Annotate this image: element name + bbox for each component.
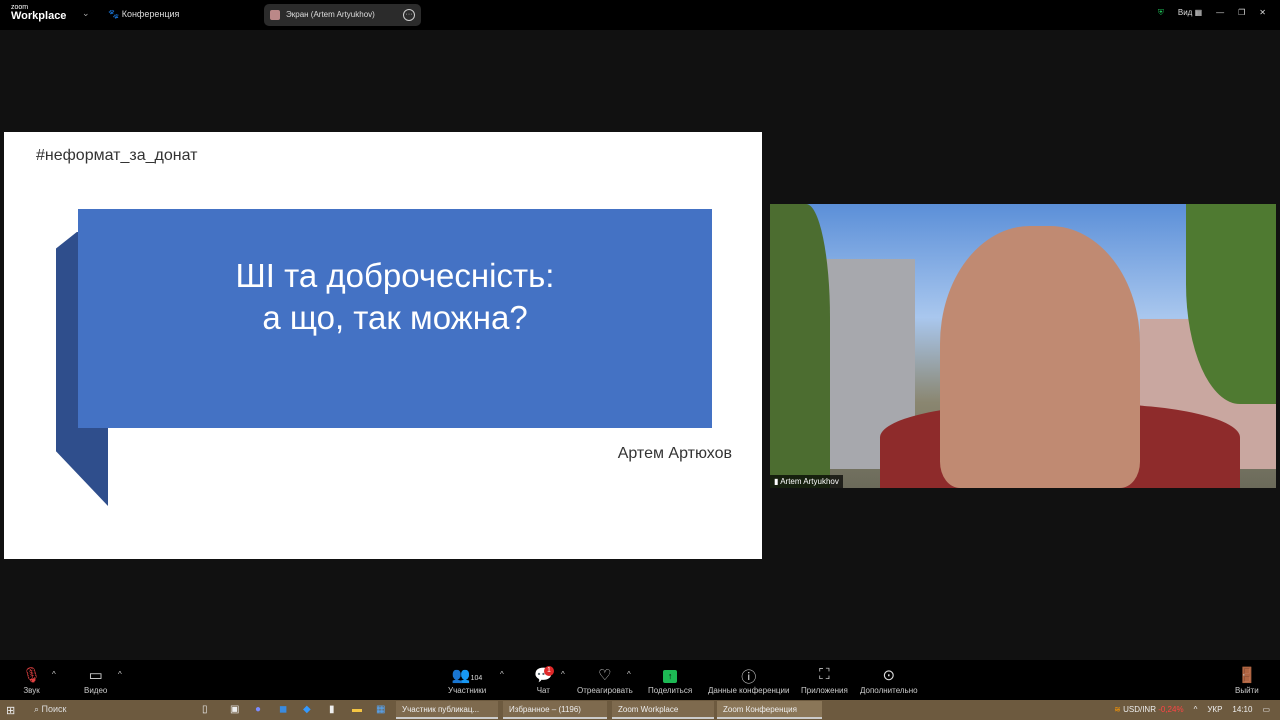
more-icon: ⊙ bbox=[882, 667, 896, 684]
clock[interactable]: 14:10 bbox=[1232, 705, 1252, 714]
mic-muted-icon: 🎙 bbox=[22, 667, 42, 684]
video-caret[interactable]: ^ bbox=[118, 670, 122, 679]
logo-big: Workplace bbox=[11, 10, 67, 22]
taskbar-app-browser[interactable]: Избранное – (1196) bbox=[503, 701, 607, 719]
share-label: Поделиться bbox=[648, 686, 693, 695]
more-label: Дополнительно bbox=[860, 686, 918, 695]
slide-title-line2: а що, так можна? bbox=[262, 299, 528, 336]
paw-icon: 🐾 bbox=[108, 9, 122, 19]
chat-label: Чат bbox=[536, 686, 550, 695]
ticker-widget[interactable]: ≋ USD/INR -0,24% bbox=[1114, 705, 1183, 714]
chat-caret[interactable]: ^ bbox=[561, 670, 565, 679]
shield-icon[interactable]: ⛨ bbox=[1158, 8, 1164, 18]
outlook-icon[interactable]: ◼ bbox=[279, 704, 287, 715]
apps-icon: ⛶ bbox=[819, 666, 830, 683]
search-label: Поиск bbox=[41, 704, 67, 714]
meeting-toolbar: 🎙 Звук ^ ▭ Видео ^ 👥104 Участники ^ 💬 Чат ^ … bbox=[0, 660, 1280, 700]
notification-icon[interactable]: ▭ bbox=[1262, 705, 1270, 714]
participants-count: 104 bbox=[470, 675, 483, 682]
leave-label: Выйти bbox=[1235, 686, 1259, 695]
participants-caret[interactable]: ^ bbox=[500, 670, 504, 679]
person-head bbox=[940, 226, 1140, 488]
taskbar-app-zoom-workplace[interactable]: Zoom Workplace bbox=[612, 701, 714, 719]
chat-badge: 1 bbox=[544, 666, 554, 676]
taskbar-search[interactable]: ⌕ Поиск bbox=[34, 704, 67, 715]
taskbar-app-chrome[interactable]: Участник публикац... bbox=[396, 701, 498, 719]
windows-start-icon[interactable]: ⊞ bbox=[6, 704, 15, 717]
slide-author: Артем Артюхов bbox=[617, 445, 732, 462]
title-bar: zoom Workplace ⌄ 🐾 Конференция Экран (Art… bbox=[0, 0, 1280, 30]
slide-title-box: ШІ та доброчесність: а що, так можна? bbox=[78, 209, 712, 428]
slide-title-line1: ШІ та доброчесність: bbox=[235, 257, 555, 294]
info-icon: ⓘ bbox=[741, 669, 757, 686]
share-button[interactable]: ↑ Поделиться bbox=[648, 666, 692, 695]
close-icon[interactable]: ✕ bbox=[1259, 8, 1266, 18]
restore-icon[interactable]: ❐ bbox=[1238, 8, 1245, 18]
ticker-change: -0,24% bbox=[1158, 705, 1184, 714]
folder-icon[interactable]: ▬ bbox=[352, 704, 362, 715]
participant-name: Artem Artyukhov bbox=[780, 477, 839, 486]
share-pill-label: Экран (Artem Artyukhov) bbox=[286, 10, 375, 19]
apps-label: Приложения bbox=[801, 686, 848, 695]
tray-chevron-icon[interactable]: ^ bbox=[1194, 705, 1198, 714]
exit-icon: 🚪 bbox=[1237, 667, 1257, 684]
leave-button[interactable]: 🚪 Выйти bbox=[1235, 666, 1259, 695]
ticker-label: USD/INR bbox=[1123, 705, 1156, 714]
app-icon-3[interactable]: ▦ bbox=[376, 704, 385, 715]
avatar bbox=[270, 10, 280, 20]
audio-label: Звук bbox=[23, 686, 40, 695]
info-label: Данные конференции bbox=[708, 686, 790, 695]
language-indicator[interactable]: УКР bbox=[1207, 705, 1222, 714]
shared-slide: #неформат_за_донат ШІ та доброчесність: а… bbox=[4, 132, 762, 559]
discord-icon[interactable]: ● bbox=[255, 704, 261, 715]
system-tray: ≋ USD/INR -0,24% ^ УКР 14:10 ▭ bbox=[1114, 705, 1270, 714]
audio-caret[interactable]: ^ bbox=[52, 670, 56, 679]
info-button[interactable]: ⓘ Данные конференции bbox=[708, 666, 789, 695]
task-view-icon[interactable]: ▯ bbox=[202, 704, 208, 715]
react-caret[interactable]: ^ bbox=[627, 670, 631, 679]
view-label: Вид bbox=[1177, 8, 1193, 17]
chevron-down-icon[interactable]: ⌄ bbox=[82, 8, 90, 19]
windows-taskbar: ⊞ ⌕ Поиск ▯ ▣ ● ◼ ◆ ▮ ▬ ▦ Участник публи… bbox=[0, 700, 1280, 720]
participant-video[interactable]: ▮ Artem Artyukhov bbox=[770, 204, 1276, 488]
background-tree bbox=[770, 204, 830, 488]
more-button[interactable]: ⊙ Дополнительно bbox=[860, 666, 918, 695]
meeting-menu[interactable]: 🐾 Конференция bbox=[108, 9, 179, 20]
app-icon-1[interactable]: ▣ bbox=[230, 704, 239, 715]
participants-label: Участники bbox=[448, 686, 487, 695]
more-icon[interactable]: ··· bbox=[403, 9, 415, 21]
app-icon-2[interactable]: ▮ bbox=[329, 704, 335, 715]
react-label: Отреагировать bbox=[577, 686, 633, 695]
participants-button[interactable]: 👥104 Участники bbox=[448, 666, 486, 695]
slide-hashtag: #неформат_за_донат bbox=[36, 147, 198, 164]
participants-icon: 👥104 bbox=[451, 667, 483, 684]
audio-button[interactable]: 🎙 Звук bbox=[22, 666, 41, 695]
taskbar-app-zoom-meeting[interactable]: Zoom Конференция bbox=[717, 701, 822, 719]
share-icon: ↑ bbox=[663, 670, 678, 683]
view-button[interactable]: Вид ▦ bbox=[1178, 8, 1202, 18]
apps-button[interactable]: ⛶ Приложения bbox=[801, 666, 848, 695]
meeting-label: Конференция bbox=[121, 9, 180, 19]
screen-share-pill[interactable]: Экран (Artem Artyukhov) ··· bbox=[264, 4, 421, 26]
vscode-icon[interactable]: ◆ bbox=[303, 704, 311, 715]
heart-icon: ♡ bbox=[598, 667, 612, 684]
minimize-icon[interactable]: — bbox=[1216, 8, 1224, 18]
zoom-logo: zoom Workplace bbox=[11, 4, 66, 22]
video-button[interactable]: ▭ Видео bbox=[84, 666, 107, 695]
react-button[interactable]: ♡ Отреагировать bbox=[577, 666, 633, 695]
video-label: Видео bbox=[84, 686, 108, 695]
camera-icon: ▭ bbox=[88, 667, 103, 684]
participant-name-tag: ▮ Artem Artyukhov bbox=[770, 475, 843, 488]
